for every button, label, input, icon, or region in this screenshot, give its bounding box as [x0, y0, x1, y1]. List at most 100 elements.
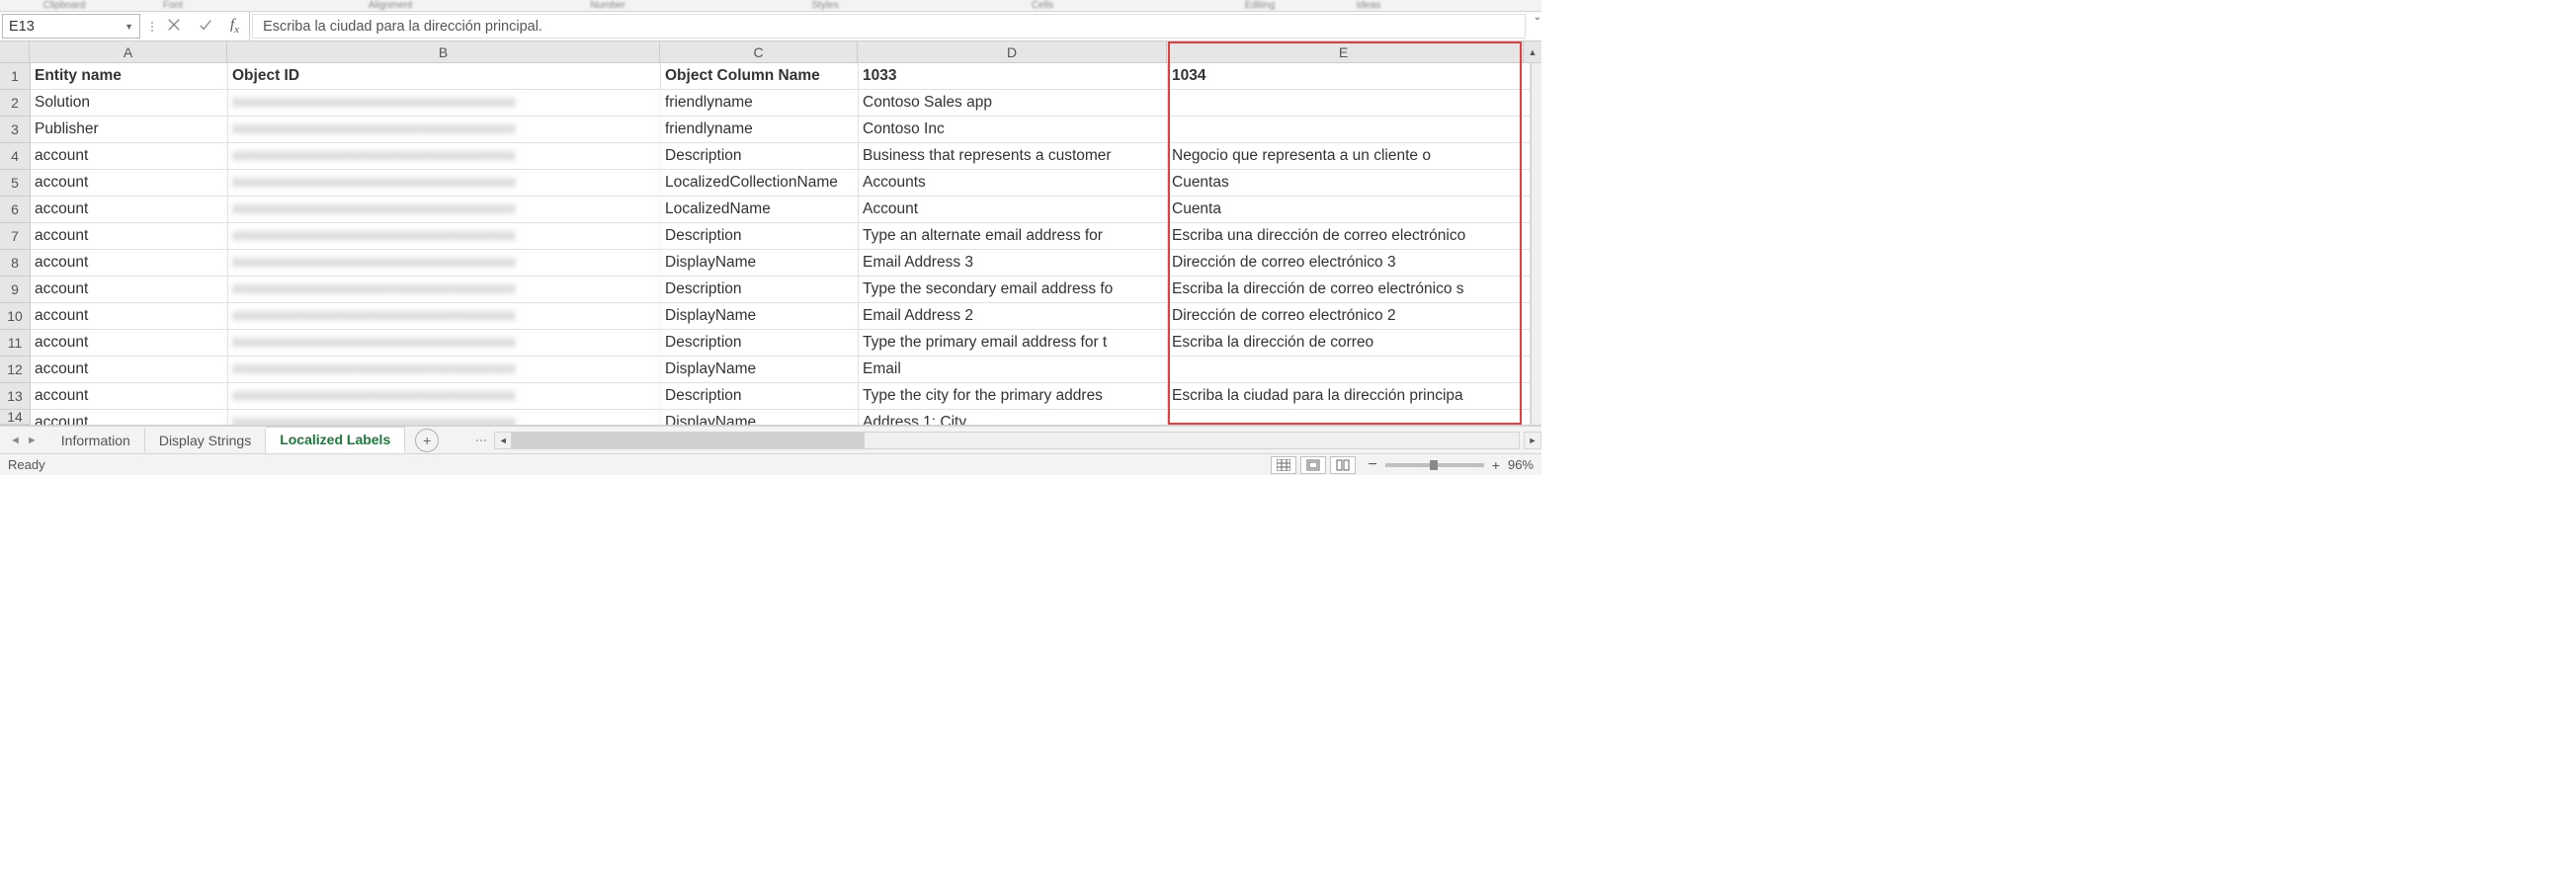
add-sheet-button[interactable]: + [415, 429, 439, 452]
name-box-dropdown-icon[interactable]: ▼ [125, 22, 133, 32]
tab-prev-icon[interactable]: ◄ [10, 435, 21, 446]
cell[interactable]: xxxxxxxxxxxxxxxxxxxxxxxxxxxxxxxxxxxxx [228, 410, 661, 425]
cell[interactable]: Description [661, 143, 859, 169]
cell[interactable]: Description [661, 383, 859, 409]
cell[interactable] [1168, 90, 1522, 116]
tab-next-icon[interactable]: ► [27, 435, 38, 446]
row-header[interactable]: 10 [0, 303, 30, 330]
cell[interactable]: 1033 [859, 63, 1168, 89]
cell[interactable]: Cuenta [1168, 197, 1522, 222]
name-box[interactable]: E13 ▼ [2, 14, 140, 39]
cell[interactable] [1168, 410, 1522, 425]
row-header[interactable]: 12 [0, 357, 30, 383]
cell[interactable]: Negocio que representa a un cliente o [1168, 143, 1522, 169]
row-header[interactable]: 13 [0, 383, 30, 410]
row-header[interactable]: 8 [0, 250, 30, 277]
page-break-view-icon[interactable] [1330, 456, 1356, 474]
cancel-icon[interactable] [167, 18, 181, 36]
cell[interactable]: Escriba una dirección de correo electrón… [1168, 223, 1522, 249]
cell[interactable] [1522, 197, 1531, 222]
column-header-e[interactable]: E [1167, 41, 1521, 63]
cell[interactable]: LocalizedCollectionName [661, 170, 859, 196]
cell[interactable]: xxxxxxxxxxxxxxxxxxxxxxxxxxxxxxxxxxxxx [228, 330, 661, 356]
scroll-right-icon[interactable]: ► [1524, 432, 1541, 449]
cell[interactable]: account [31, 383, 228, 409]
cell[interactable]: DisplayName [661, 357, 859, 382]
formula-bar[interactable]: Escriba la ciudad para la dirección prin… [252, 14, 1526, 39]
column-header-a[interactable]: A [30, 41, 227, 63]
cell[interactable]: xxxxxxxxxxxxxxxxxxxxxxxxxxxxxxxxxxxxx [228, 117, 661, 142]
cell[interactable]: account [31, 330, 228, 356]
cell[interactable]: Type the secondary email address fo [859, 277, 1168, 302]
cell[interactable] [1522, 277, 1531, 302]
cell[interactable]: Address 1: City [859, 410, 1168, 425]
enter-icon[interactable] [199, 18, 212, 36]
cell[interactable]: Description [661, 277, 859, 302]
vertical-scrollbar[interactable] [1531, 63, 1541, 425]
cell[interactable]: Solution [31, 90, 228, 116]
row-header[interactable]: 11 [0, 330, 30, 357]
cell[interactable]: account [31, 303, 228, 329]
column-header-d[interactable]: D [858, 41, 1167, 63]
cell[interactable]: account [31, 410, 228, 425]
cell[interactable]: friendlyname [661, 90, 859, 116]
scroll-up-icon[interactable]: ▲ [1524, 41, 1541, 63]
cell[interactable]: Description [661, 330, 859, 356]
cell[interactable]: Accounts [859, 170, 1168, 196]
horizontal-scrollbar[interactable] [512, 432, 1520, 449]
cells-area[interactable]: Entity name Object ID Object Column Name… [31, 63, 1531, 425]
row-header[interactable]: 5 [0, 170, 30, 197]
cell[interactable] [1522, 117, 1531, 142]
cell[interactable]: Description [661, 223, 859, 249]
cell[interactable]: account [31, 250, 228, 276]
page-layout-view-icon[interactable] [1300, 456, 1326, 474]
row-header[interactable]: 9 [0, 277, 30, 303]
column-header-c[interactable]: C [660, 41, 858, 63]
row-header[interactable]: 1 [0, 63, 30, 90]
cell[interactable]: account [31, 170, 228, 196]
row-header[interactable]: 3 [0, 117, 30, 143]
row-header[interactable]: 4 [0, 143, 30, 170]
zoom-out-button[interactable]: − [1368, 456, 1376, 474]
cell[interactable]: account [31, 197, 228, 222]
cell[interactable]: xxxxxxxxxxxxxxxxxxxxxxxxxxxxxxxxxxxxx [228, 277, 661, 302]
cell[interactable]: xxxxxxxxxxxxxxxxxxxxxxxxxxxxxxxxxxxxx [228, 223, 661, 249]
fx-icon[interactable]: fx [230, 17, 239, 36]
cell[interactable] [1522, 383, 1531, 409]
cell[interactable] [1522, 143, 1531, 169]
cell[interactable]: Escriba la dirección de correo electróni… [1168, 277, 1522, 302]
zoom-slider[interactable] [1385, 463, 1484, 467]
cell[interactable] [1522, 303, 1531, 329]
cell[interactable]: LocalizedName [661, 197, 859, 222]
cell[interactable]: DisplayName [661, 303, 859, 329]
cell[interactable]: Business that represents a customer [859, 143, 1168, 169]
cell[interactable]: xxxxxxxxxxxxxxxxxxxxxxxxxxxxxxxxxxxxx [228, 90, 661, 116]
row-header[interactable]: 6 [0, 197, 30, 223]
cell[interactable]: Object ID [228, 63, 661, 89]
cell[interactable] [1522, 330, 1531, 356]
cell[interactable] [1522, 170, 1531, 196]
cell[interactable]: Dirección de correo electrónico 2 [1168, 303, 1522, 329]
cell[interactable] [1522, 410, 1531, 425]
cell[interactable]: Type the city for the primary addres [859, 383, 1168, 409]
tab-split-handle[interactable] [468, 439, 494, 441]
cell[interactable] [1522, 357, 1531, 382]
cell[interactable]: account [31, 357, 228, 382]
row-header[interactable]: 7 [0, 223, 30, 250]
cell[interactable]: account [31, 143, 228, 169]
cell[interactable] [1522, 223, 1531, 249]
cell[interactable] [1522, 90, 1531, 116]
cell[interactable]: Publisher [31, 117, 228, 142]
cell[interactable]: Email [859, 357, 1168, 382]
select-all-corner[interactable] [0, 41, 30, 63]
cell[interactable] [1168, 357, 1522, 382]
cell[interactable]: Type an alternate email address for [859, 223, 1168, 249]
cell[interactable]: Contoso Sales app [859, 90, 1168, 116]
zoom-value[interactable]: 96% [1508, 457, 1534, 472]
scroll-thumb[interactable] [513, 433, 865, 448]
cell[interactable]: Account [859, 197, 1168, 222]
column-header-b[interactable]: B [227, 41, 660, 63]
cell[interactable]: account [31, 223, 228, 249]
cell[interactable]: account [31, 277, 228, 302]
normal-view-icon[interactable] [1271, 456, 1296, 474]
